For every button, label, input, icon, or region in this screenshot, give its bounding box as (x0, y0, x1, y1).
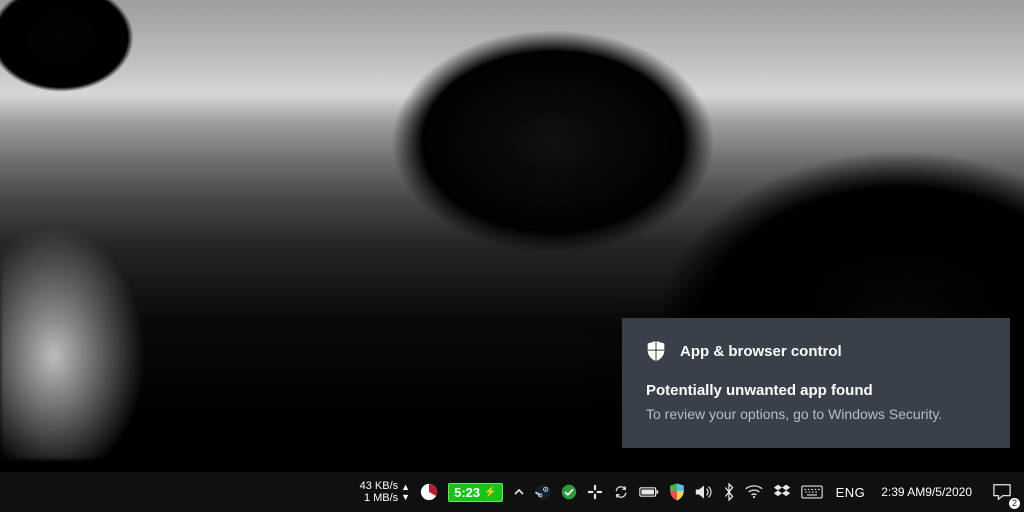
notification-body: To review your options, go to Windows Se… (646, 405, 986, 424)
notification-badge: 2 (1009, 498, 1020, 509)
notification-title: App & browser control (680, 343, 842, 360)
taskbar-clock[interactable]: 2:39 AM 9/5/2020 (873, 472, 980, 512)
steam-icon[interactable] (530, 472, 556, 512)
security-notification-toast[interactable]: App & browser control Potentially unwant… (622, 318, 1010, 448)
network-speed-indicator[interactable]: 43 KB/s 1 MB/s ▲▼ (355, 472, 415, 512)
clock-date: 9/5/2020 (925, 485, 972, 499)
tray-overflow-chevron[interactable] (508, 472, 530, 512)
action-center-button[interactable]: 2 (980, 472, 1024, 512)
clock-time: 2:39 AM (881, 485, 925, 499)
slack-icon[interactable] (582, 472, 608, 512)
battery-time-indicator[interactable]: 5:23 ⚡ (443, 472, 507, 512)
notification-headline: Potentially unwanted app found (646, 382, 986, 399)
net-arrows-icon: ▲▼ (401, 482, 410, 502)
pie-usage-icon[interactable] (415, 472, 443, 512)
battery-icon[interactable] (634, 472, 664, 512)
upload-speed: 1 MB/s (364, 492, 398, 504)
volume-icon[interactable] (690, 472, 718, 512)
battery-time-value: 5:23 (454, 485, 480, 500)
language-indicator[interactable]: ENG (828, 472, 874, 512)
sync-icon[interactable] (608, 472, 634, 512)
shield-icon (646, 340, 666, 362)
wifi-icon[interactable] (740, 472, 768, 512)
taskbar: 43 KB/s 1 MB/s ▲▼ 5:23 ⚡ (0, 472, 1024, 512)
dropbox-icon[interactable] (768, 472, 796, 512)
green-check-icon[interactable] (556, 472, 582, 512)
download-speed: 43 KB/s (360, 480, 399, 492)
windows-security-shield-icon[interactable] (664, 472, 690, 512)
bluetooth-icon[interactable] (718, 472, 740, 512)
keyboard-icon[interactable] (796, 472, 828, 512)
language-text: ENG (836, 485, 866, 500)
plug-icon: ⚡ (484, 487, 496, 498)
